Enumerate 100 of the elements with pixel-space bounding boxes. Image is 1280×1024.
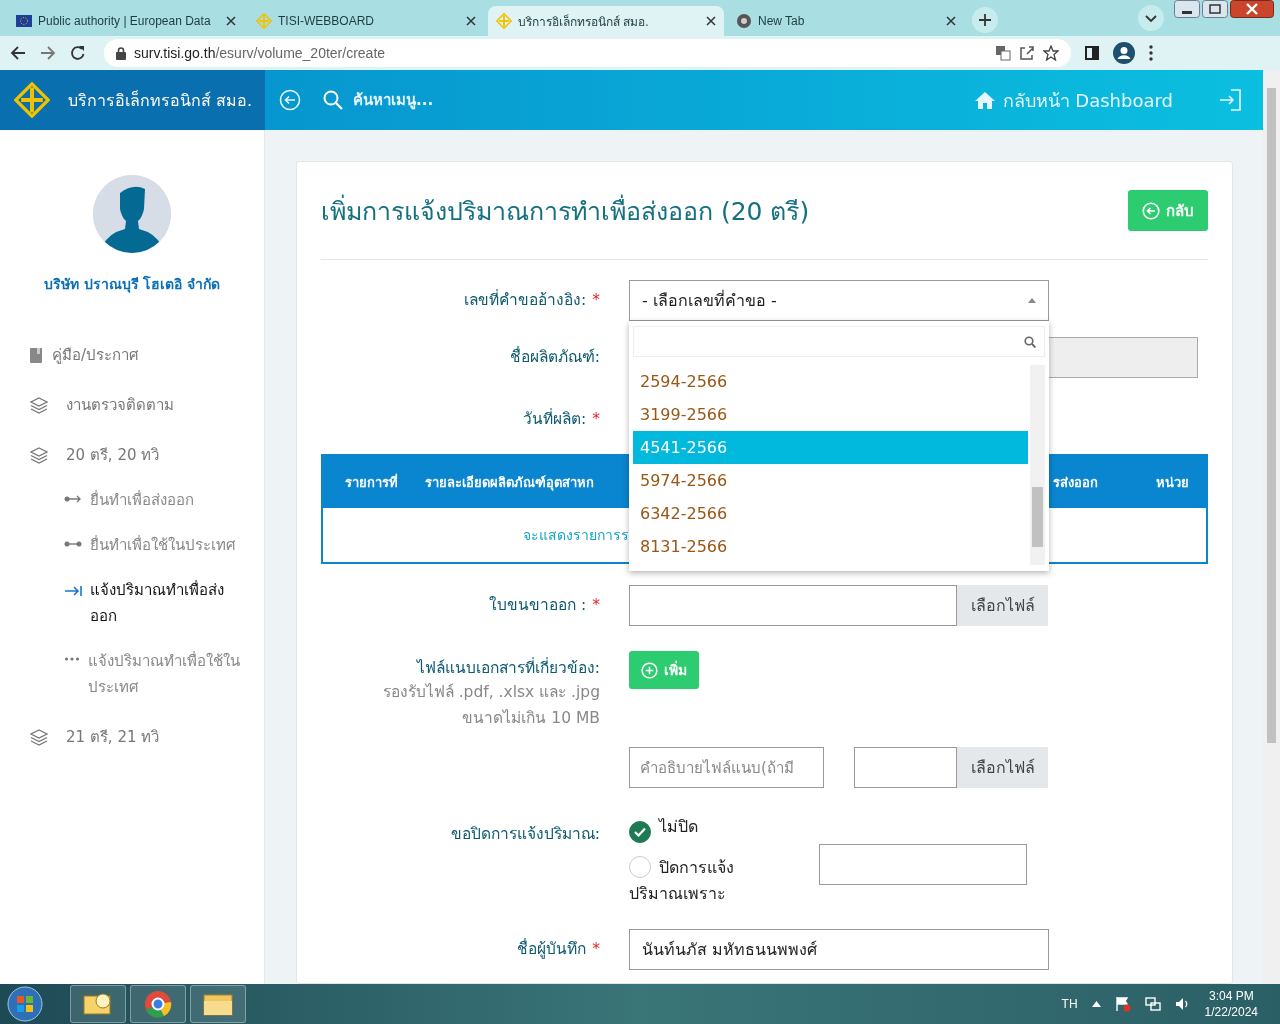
star-icon[interactable] [1043,45,1059,61]
sidebar-subitem[interactable]: ยื่นทำเพื่อส่งออก [0,480,264,525]
field-label: ชื่อผู้บันทึก * [516,937,600,960]
caret-icon [1028,298,1036,303]
maximize-icon[interactable] [1202,0,1228,18]
plus-icon [979,14,991,26]
new-tab-button[interactable] [972,7,998,33]
column-header: รายการที่ [343,472,399,492]
company-name: บริษัท ปราณบุรี โฮเตอิ จำกัด [43,274,221,295]
globe-icon [736,13,752,29]
close-icon[interactable] [466,16,476,26]
field-label: ชื่อผลิตภัณฑ์: [508,345,600,368]
sidebar-subitem[interactable]: แจ้งปริมาณทำเพื่อส่งออก [0,570,264,641]
up-arrow-icon[interactable] [1091,1001,1101,1007]
browser-tab[interactable]: Public authority | European Data [8,6,244,36]
dropdown-option[interactable]: 6342-2566 [633,497,1028,530]
translate-icon[interactable] [995,45,1011,61]
column-header: หน่วย [1154,473,1190,492]
field-label: วันที่ผลิต: * [522,408,600,430]
choose-file-button[interactable]: เลือกไฟล์ [957,747,1048,788]
dropdown-option[interactable]: 2594-2566 [633,365,1028,398]
taskbar-app[interactable] [190,985,246,1023]
close-icon[interactable] [226,16,236,26]
sidebar-item[interactable]: งานตรวจติดตาม [0,380,264,430]
plus-circle-icon [641,661,658,679]
choose-file-button[interactable]: เลือกไฟล์ [957,585,1048,626]
browser-icon [144,990,172,1018]
tab-search-icon[interactable] [1138,5,1164,31]
flag-icon[interactable] [1114,996,1131,1012]
dropdown-option[interactable]: 3199-2566 [633,398,1028,431]
diamond-logo-icon [256,13,272,29]
check-icon [634,827,646,837]
file-description-field[interactable]: คำอธิบายไฟล์แนบ(ถ้ามี [629,747,824,788]
diamond-logo-icon [496,13,512,29]
scrollbar[interactable] [1030,365,1045,565]
arrow-to-bar-icon [64,585,82,597]
radio-option[interactable]: ไม่ปิด [629,814,779,843]
taskbar-app[interactable] [130,985,186,1023]
layers-icon [30,446,48,464]
close-icon[interactable] [706,16,716,26]
home-icon [974,91,995,109]
address-bar[interactable]: surv.tisi.go.th/esurv/volume_20ter/create [104,39,1071,67]
close-icon[interactable] [1230,0,1274,18]
arrow-icon [64,495,82,503]
reason-field[interactable] [819,844,1027,885]
back-icon[interactable] [10,45,26,61]
profile-icon[interactable] [1113,42,1135,64]
layers-icon [30,728,48,746]
dots-icon [64,656,80,662]
start-button-icon[interactable] [6,985,44,1023]
layers-icon [30,396,48,414]
diamond-logo-icon[interactable] [14,82,50,118]
share-icon[interactable] [1019,45,1035,61]
minimize-icon[interactable] [1174,0,1200,18]
side-panel-icon[interactable] [1085,46,1099,60]
field-label: ไฟล์แนบเอกสารที่เกี่ยวข้อง: [416,656,600,679]
url-text: surv.tisi.go.th/esurv/volume_20ter/create [134,45,386,61]
sidebar-subitem[interactable]: ยื่นทำเพื่อใช้ในประเทศ [0,525,264,570]
page-title: เพิ่มการแจ้งปริมาณการทำเพื่อส่งออก (20 ตรี) [321,193,810,228]
taskbar-clock[interactable]: 3:04 PM 1/22/2024 [1204,988,1258,1020]
forward-icon[interactable] [40,45,56,61]
dropdown-option[interactable]: 5974-2566 [633,464,1028,497]
dropdown-search-field[interactable] [633,326,1045,357]
sidebar-item[interactable]: 21 ตรี, 21 ทวิ [0,712,264,762]
dropdown-option[interactable]: 8131-2566 [633,530,1028,563]
envelope-clock-icon [83,992,113,1016]
search-icon[interactable] [323,90,343,110]
empty-table-message: จะแสดงรายการร [522,526,630,545]
reference-select[interactable]: - เลือกเลขที่คำขอ - [629,280,1049,321]
field-label: ใบขนขาออก : * [488,595,600,616]
column-header: รส่งออก [1053,473,1099,492]
flag-icon [16,15,32,27]
radio-option[interactable]: ปิดการแจ้งปริมาณเพราะ [629,855,779,907]
radio-button[interactable] [629,821,651,843]
column-header: รายละเอียดผลิตภัณฑ์อุตสาหก [424,473,595,493]
scrollbar[interactable] [1263,70,1280,984]
menu-icon[interactable] [1149,45,1153,61]
browser-tab[interactable]: New Tab [728,6,964,36]
folder-icon [203,992,233,1016]
language-indicator[interactable]: TH [1061,997,1078,1011]
field-label: เลขที่คำขออ้างอิง: * [463,288,600,311]
network-icon[interactable] [1144,996,1161,1012]
attachment-file-field[interactable] [854,747,957,788]
lock-icon [116,46,126,60]
file-hint: รองรับไฟล์ .pdf, .xlsx และ .jpg [382,682,600,703]
close-icon[interactable] [946,16,956,26]
recorder-name-field[interactable]: นันท์นภัส มหัทธนนพพงศ์ [629,929,1049,970]
sidebar-subitem[interactable]: แจ้งปริมาณทำเพื่อใช้ในประเทศ [0,641,264,712]
line-icon [64,540,82,548]
file-hint: ขนาดไม่เกิน 10 MB [462,708,600,729]
sidebar-item[interactable]: คู่มือ/ประกาศ [0,330,264,380]
back-circle-icon[interactable] [279,89,301,111]
search-icon [1024,335,1036,348]
browser-tab[interactable]: บริการอิเล็กทรอนิกส์ สมอ. [488,6,724,36]
reload-icon[interactable] [70,45,86,61]
browser-tab[interactable]: TISI-WEBBOARD [248,6,484,36]
back-circle-icon [1142,201,1160,220]
taskbar-app[interactable] [70,985,126,1023]
waybill-file-field[interactable] [629,585,957,626]
sidebar-item[interactable]: 20 ตรี, 20 ทวิ [0,430,264,480]
